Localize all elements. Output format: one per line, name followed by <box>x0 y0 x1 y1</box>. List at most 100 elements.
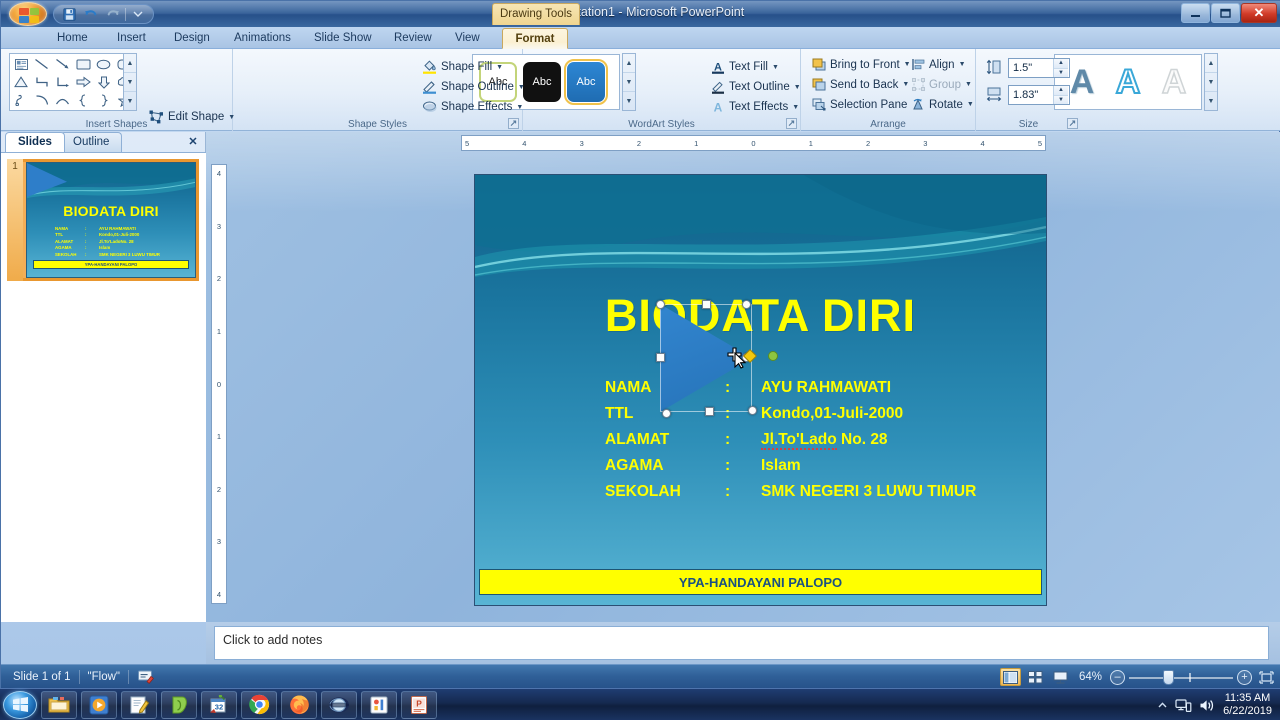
undo-icon[interactable] <box>81 6 101 23</box>
chevron-down-icon[interactable]: ▼ <box>959 61 966 68</box>
handle-top-left[interactable] <box>656 300 665 309</box>
notes-input[interactable]: Click to add notes <box>214 626 1269 660</box>
tab-design[interactable]: Design <box>163 28 221 49</box>
chevron-down-icon[interactable]: ▼ <box>772 64 779 71</box>
shape-effects-button[interactable]: Shape Effects ▼ <box>419 99 526 115</box>
normal-view-button[interactable] <box>999 668 1021 686</box>
shape-oval-icon[interactable] <box>94 55 115 73</box>
shape-elbow-connector-icon[interactable] <box>32 73 53 91</box>
clock[interactable]: 11:35 AM 6/22/2019 <box>1223 692 1272 718</box>
tab-slide-show[interactable]: Slide Show <box>303 28 383 49</box>
taskbar-photo-viewer-icon[interactable] <box>361 690 397 719</box>
tab-review[interactable]: Review <box>383 28 443 49</box>
rotate-button[interactable]: Rotate ▼ <box>909 97 977 112</box>
width-increase-icon[interactable]: ▲ <box>1054 86 1068 96</box>
height-spinner[interactable]: ▲ ▼ <box>1053 59 1068 77</box>
shape-down-arrow-icon[interactable] <box>94 73 115 91</box>
handle-middle-left[interactable] <box>656 353 665 362</box>
shape-width-input[interactable] <box>1009 86 1053 104</box>
shape-freeform-icon[interactable] <box>11 91 32 109</box>
handle-bottom-center[interactable] <box>705 407 714 416</box>
handle-top-right[interactable] <box>742 300 751 309</box>
chevron-down-icon[interactable]: ▼ <box>794 84 801 91</box>
shape-textbox-icon[interactable] <box>11 55 32 73</box>
chevron-down-icon[interactable]: ▼ <box>967 101 974 108</box>
taskbar-media-player-icon[interactable] <box>81 690 117 719</box>
height-decrease-icon[interactable]: ▼ <box>1054 68 1068 77</box>
tab-insert[interactable]: Insert <box>106 28 157 49</box>
wordart-gallery-scrollbar[interactable]: ▲ ▼ ▼ <box>1204 53 1218 111</box>
chevron-down-icon[interactable]: ▼ <box>792 104 799 111</box>
taskbar-file-explorer-icon[interactable] <box>41 690 77 719</box>
chevron-down-icon[interactable]: ▼ <box>496 64 503 71</box>
taskbar-powerpoint-icon[interactable]: P <box>401 690 437 719</box>
tab-slides[interactable]: Slides <box>5 132 65 152</box>
shapes-scroll-down-icon[interactable]: ▼ <box>124 73 136 92</box>
maximize-button[interactable] <box>1211 3 1240 23</box>
slide-thumbnail-1[interactable]: 1 BIODATA DIRI NAMA: AYU RAHMAWATI TTL: Ko… <box>7 159 199 281</box>
wordart-more-icon[interactable]: ▼ <box>1205 92 1217 110</box>
selection-pane-button[interactable]: Selection Pane <box>809 97 910 112</box>
shape-elbow-arrow-icon[interactable] <box>52 73 73 91</box>
tab-format[interactable]: Format <box>502 28 568 49</box>
tab-outline[interactable]: Outline <box>60 132 123 152</box>
handle-top-center[interactable] <box>702 300 711 309</box>
shape-triangle-icon[interactable] <box>11 73 32 91</box>
zoom-slider-thumb[interactable] <box>1163 670 1174 685</box>
selected-triangle-shape[interactable] <box>660 304 752 412</box>
shape-right-arrow-icon[interactable] <box>73 73 94 91</box>
send-to-back-button[interactable]: Send to Back ▼ <box>809 77 912 92</box>
shape-rectangle-icon[interactable] <box>73 55 94 73</box>
close-button[interactable]: ✕ <box>1241 3 1277 23</box>
slide-show-view-button[interactable] <box>1050 668 1071 686</box>
tab-view[interactable]: View <box>444 28 491 49</box>
shape-line-icon[interactable] <box>32 55 53 73</box>
save-icon[interactable] <box>59 6 79 23</box>
office-button[interactable] <box>9 2 47 26</box>
volume-icon[interactable] <box>1199 698 1216 713</box>
shape-arrow-icon[interactable] <box>52 55 73 73</box>
align-button[interactable]: Align ▼ <box>909 57 969 72</box>
taskbar-calendar-32-icon[interactable]: 32 <box>201 690 237 719</box>
width-decrease-icon[interactable]: ▼ <box>1054 95 1068 104</box>
taskbar-media-globe-icon[interactable] <box>321 690 357 719</box>
chevron-down-icon[interactable]: ▼ <box>965 81 972 88</box>
shapes-scroll-up-icon[interactable]: ▲ <box>124 54 136 73</box>
shape-fill-button[interactable]: Shape Fill ▼ <box>419 59 506 75</box>
shape-height-input[interactable] <box>1009 59 1053 77</box>
slide-footer-banner[interactable]: YPA-HANDAYANI PALOPO <box>479 569 1042 595</box>
shape-height-field[interactable]: ▲ ▼ <box>1008 58 1070 78</box>
shapes-gallery-scrollbar[interactable]: ▲ ▼ ▼ <box>123 53 137 111</box>
taskbar-mozilla-firefox-icon[interactable] <box>281 690 317 719</box>
zoom-out-button[interactable]: – <box>1110 669 1125 685</box>
slide-thumbnails-list[interactable]: 1 BIODATA DIRI NAMA: AYU RAHMAWATI TTL: Ko… <box>1 152 206 622</box>
taskbar-google-chrome-icon[interactable] <box>241 690 277 719</box>
zoom-in-button[interactable]: + <box>1237 669 1252 685</box>
chevron-down-icon[interactable] <box>128 6 148 23</box>
show-hidden-icons-button[interactable] <box>1157 700 1168 711</box>
vertical-ruler[interactable]: 4 3 2 1 0 1 2 3 4 <box>211 164 227 604</box>
shape-styles-dialog-launcher[interactable] <box>508 118 519 129</box>
shapes-more-icon[interactable]: ▼ <box>124 92 136 110</box>
shape-arc-icon[interactable] <box>52 91 73 109</box>
start-button[interactable] <box>3 690 37 719</box>
shape-width-field[interactable]: ▲ ▼ <box>1008 85 1070 105</box>
zoom-slider[interactable] <box>1129 669 1233 685</box>
slide-title-text[interactable]: BIODATA DIRI <box>475 293 1046 338</box>
slide-sorter-view-button[interactable] <box>1025 668 1046 686</box>
text-fill-button[interactable]: A Text Fill ▼ <box>708 59 782 75</box>
width-spinner[interactable]: ▲ ▼ <box>1053 86 1068 104</box>
handle-bottom-right[interactable] <box>748 406 757 415</box>
tab-animations[interactable]: Animations <box>223 28 302 49</box>
close-pane-icon[interactable]: ✕ <box>186 134 200 148</box>
horizontal-ruler[interactable]: 5 4 3 2 1 0 1 2 3 4 5 <box>461 135 1046 151</box>
redo-icon[interactable] <box>103 6 123 23</box>
group-button[interactable]: Group ▼ <box>909 77 975 92</box>
bring-to-front-button[interactable]: Bring to Front ▼ <box>809 57 914 72</box>
fit-window-icon[interactable] <box>1256 668 1277 686</box>
height-increase-icon[interactable]: ▲ <box>1054 59 1068 69</box>
size-dialog-launcher[interactable] <box>1067 118 1078 129</box>
taskbar-green-app-icon[interactable] <box>161 690 197 719</box>
rotation-handle[interactable] <box>768 351 778 361</box>
shape-outline-button[interactable]: Shape Outline ▼ <box>419 79 528 95</box>
